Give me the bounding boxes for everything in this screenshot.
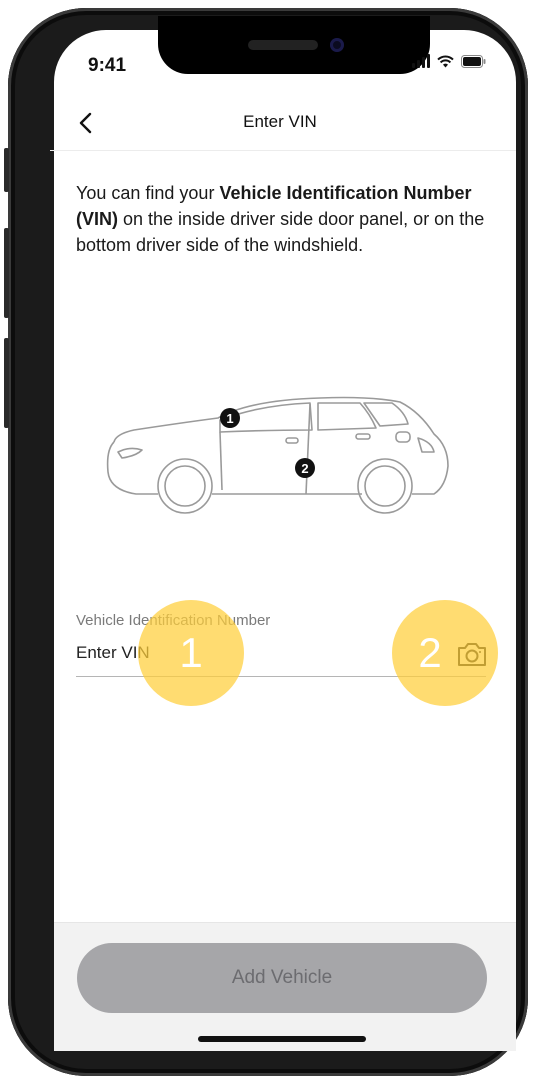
- hint-marker-1: 1: [138, 600, 244, 706]
- page-title: Enter VIN: [243, 112, 317, 131]
- hint-marker-2: 2: [392, 600, 498, 706]
- car-marker-1-label: 1: [226, 411, 233, 426]
- side-button: [4, 148, 9, 192]
- front-camera: [330, 38, 344, 52]
- status-time: 9:41: [88, 55, 127, 76]
- home-indicator: [198, 1036, 366, 1042]
- back-icon[interactable]: [70, 108, 100, 138]
- wifi-icon: [437, 55, 454, 67]
- battery-icon: [461, 54, 486, 68]
- vin-input[interactable]: [76, 638, 446, 668]
- nav-divider: [50, 150, 516, 151]
- signal-icon: [412, 54, 430, 68]
- intro-text: You can find your Vehicle Identification…: [76, 180, 496, 258]
- intro-part2: on the inside driver side door panel, or…: [76, 209, 485, 255]
- status-icons: [412, 54, 486, 68]
- add-vehicle-button[interactable]: Add Vehicle: [77, 943, 487, 1013]
- car-marker-2-label: 2: [301, 461, 308, 476]
- intro-part1: You can find your: [76, 183, 220, 203]
- side-button: [4, 228, 9, 318]
- car-illustration: 1 2: [106, 396, 449, 514]
- speaker: [248, 40, 318, 50]
- side-button: [4, 338, 9, 428]
